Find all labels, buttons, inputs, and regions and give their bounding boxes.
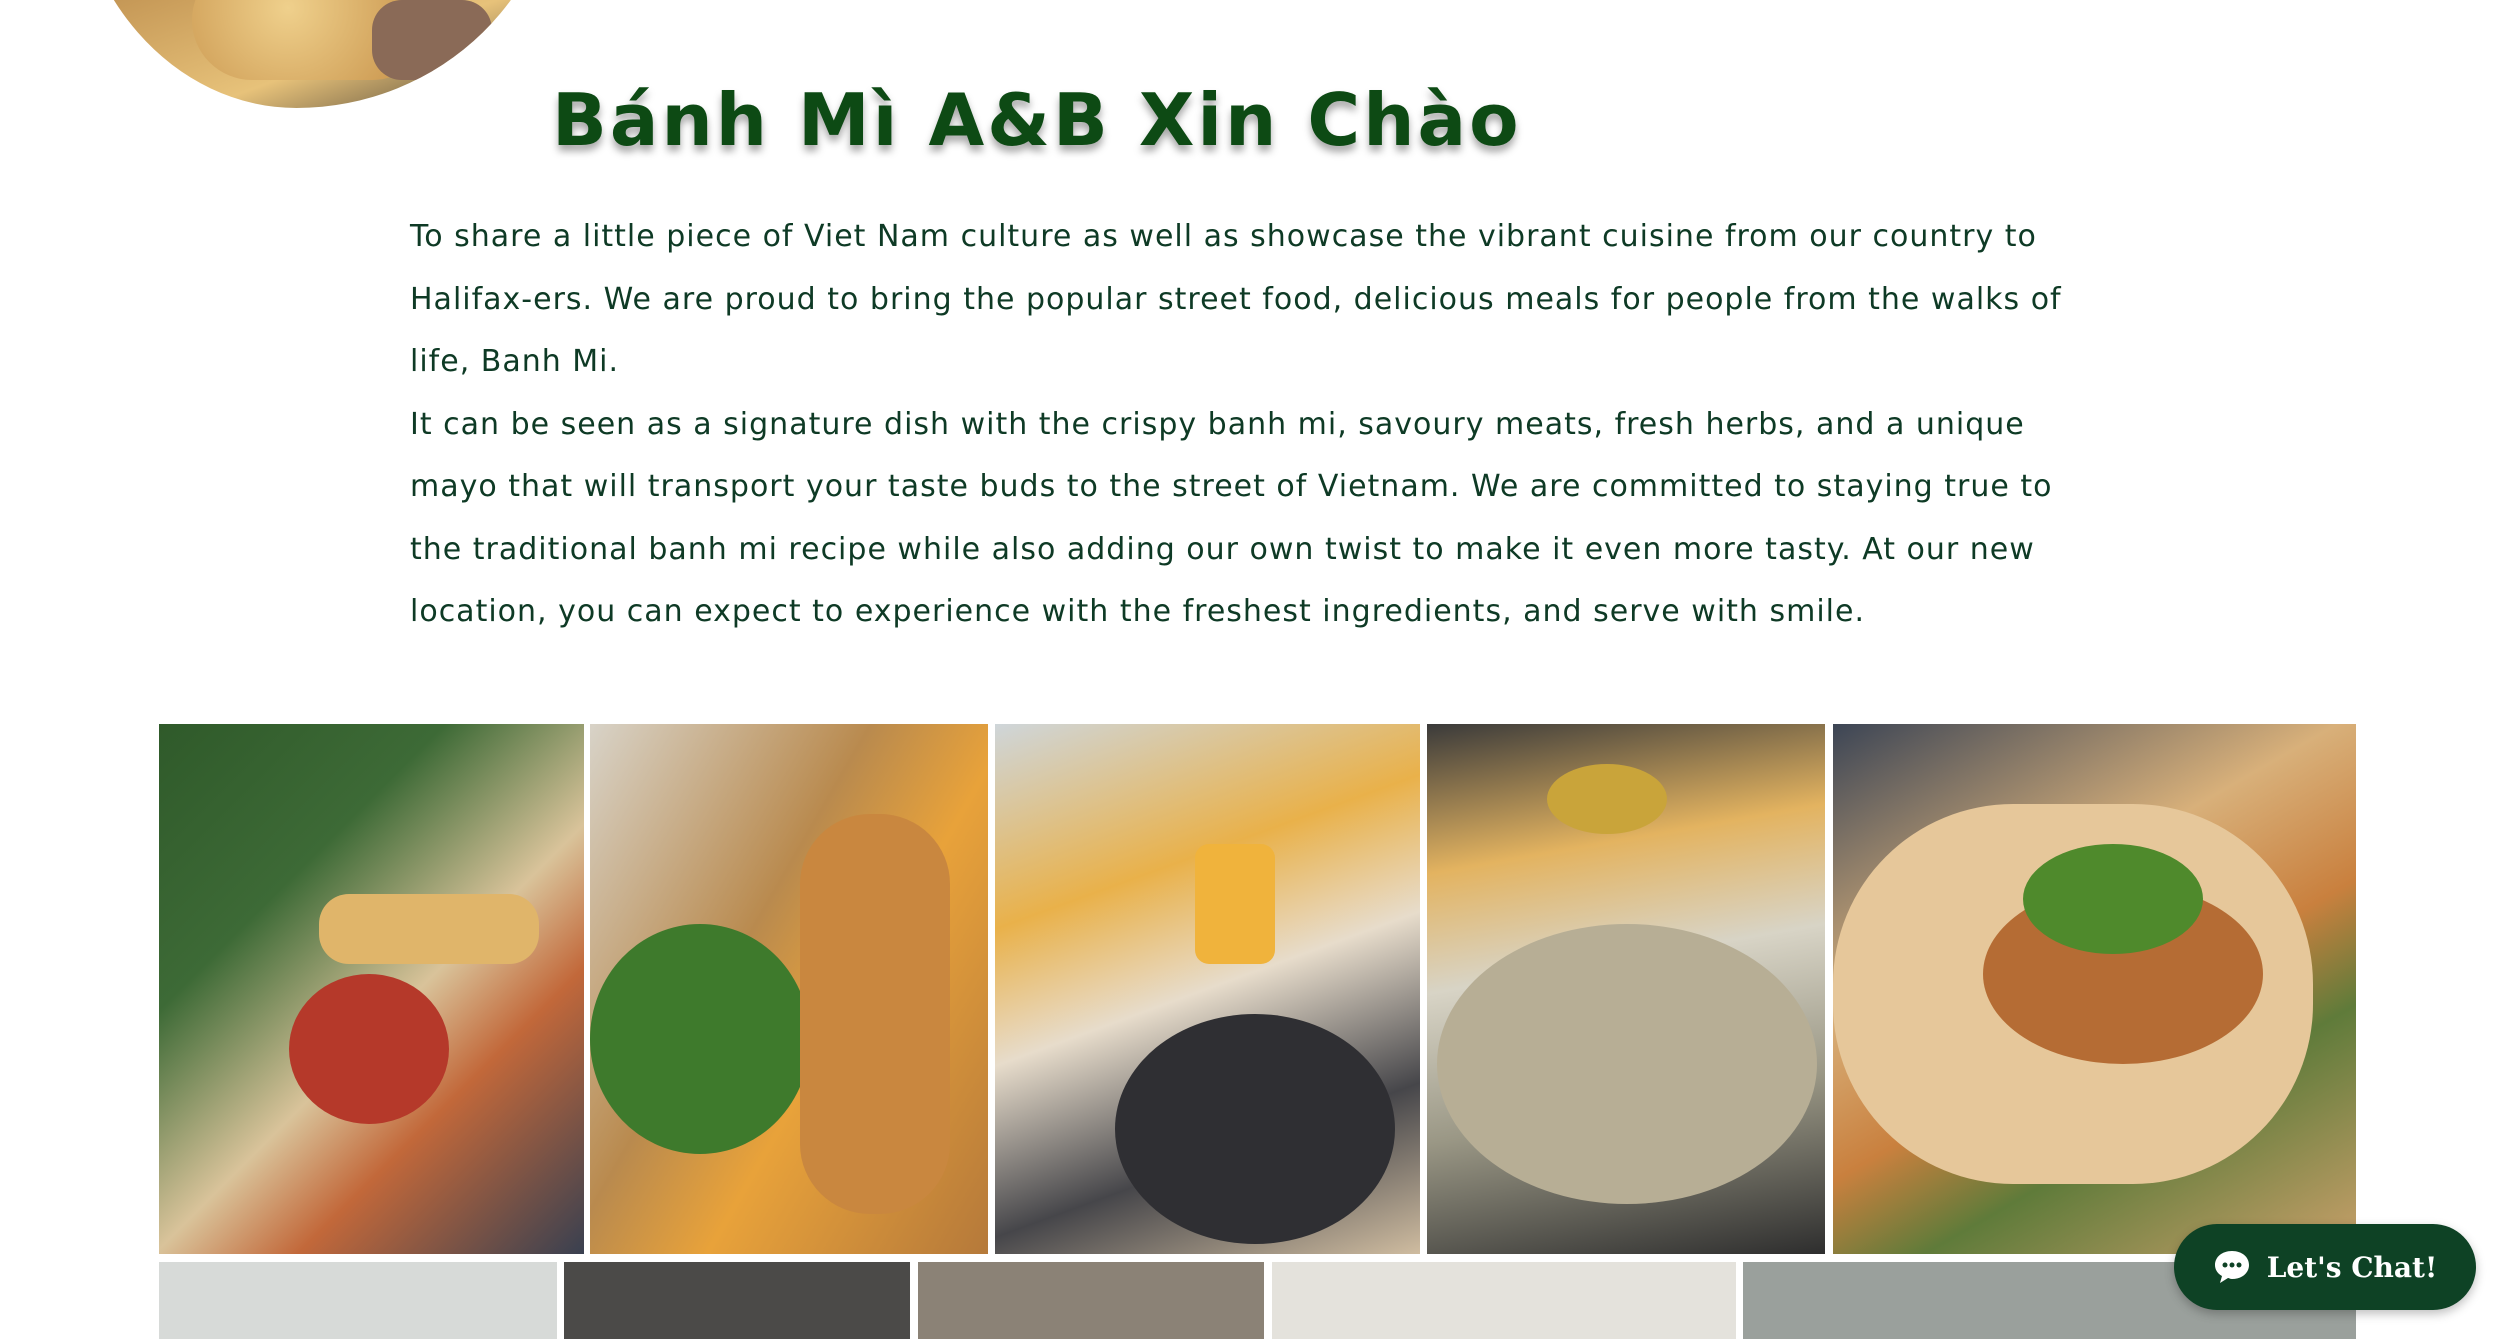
bread-shape bbox=[319, 894, 539, 964]
gallery-image-9[interactable] bbox=[1272, 1262, 1736, 1339]
pho-bowl-shape bbox=[1437, 924, 1817, 1204]
gallery-image-2[interactable] bbox=[590, 724, 988, 1254]
drink-cup-shape bbox=[1195, 844, 1275, 964]
gallery-image-6[interactable] bbox=[159, 1262, 557, 1339]
curry-bowl-shape bbox=[1547, 764, 1667, 834]
soup-bowl-shape bbox=[289, 974, 449, 1124]
intro-text: To share a little piece of Viet Nam cult… bbox=[410, 206, 2070, 644]
pan-shape bbox=[1115, 1014, 1395, 1244]
gallery-image-4[interactable] bbox=[1427, 724, 1825, 1254]
gallery-image-7[interactable] bbox=[564, 1262, 910, 1339]
gallery-image-5[interactable] bbox=[1833, 724, 2356, 1254]
gallery-image-1[interactable] bbox=[159, 724, 584, 1254]
lets-chat-label: Let's Chat! bbox=[2266, 1250, 2438, 1284]
page-title: Bánh Mì A&B Xin Chào bbox=[552, 78, 1522, 162]
hero-meat-shape bbox=[372, 0, 492, 80]
intro-paragraph-1: To share a little piece of Viet Nam cult… bbox=[410, 219, 2062, 379]
hero-image bbox=[72, 0, 560, 108]
herbs-shape bbox=[2023, 844, 2203, 954]
gallery-image-3[interactable] bbox=[995, 724, 1420, 1254]
intro-paragraph-2: It can be seen as a signature dish with … bbox=[410, 406, 2053, 630]
chat-bubble-icon bbox=[2214, 1251, 2249, 1283]
salad-bowl-shape bbox=[590, 924, 810, 1154]
sandwich-shape bbox=[800, 814, 950, 1214]
gallery-image-8[interactable] bbox=[918, 1262, 1264, 1339]
lets-chat-button[interactable]: Let's Chat! bbox=[2174, 1224, 2476, 1310]
